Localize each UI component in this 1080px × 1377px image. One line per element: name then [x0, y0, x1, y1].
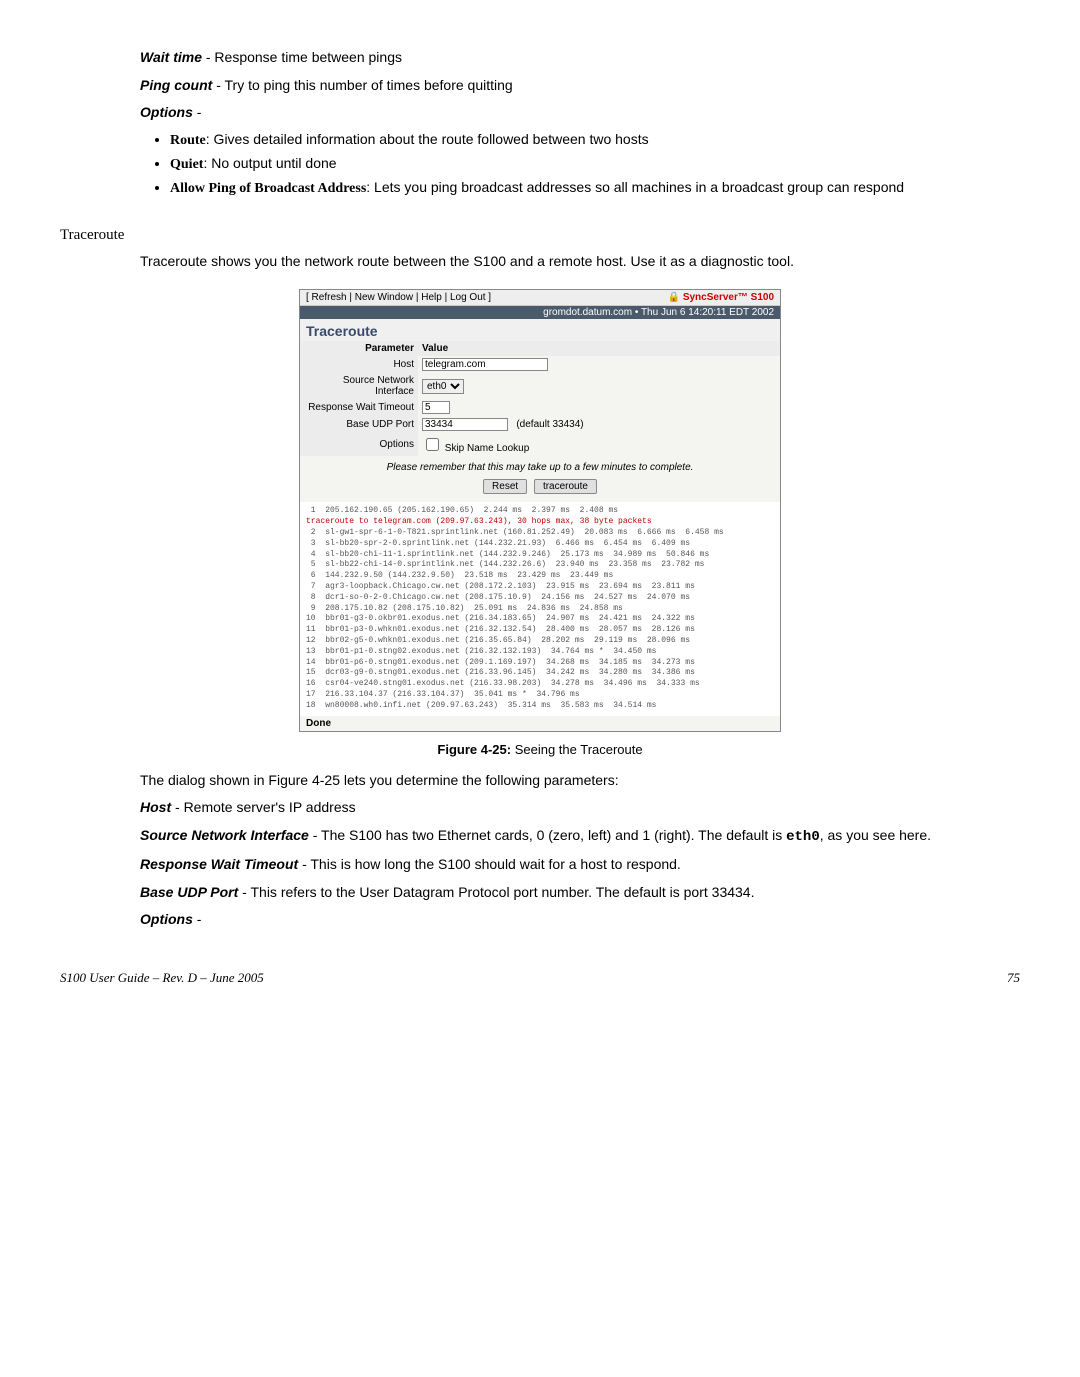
bullet-quiet-text: : No output until done — [203, 155, 336, 171]
sni-param-text-a: - The S100 has two Ethernet cards, 0 (ze… — [309, 827, 786, 843]
rwt-param-line: Response Wait Timeout - This is how long… — [140, 855, 1020, 875]
traceroute-screenshot: [ Refresh | New Window | Help | Log Out … — [299, 289, 781, 731]
sni-param-label: Source Network Interface — [140, 827, 309, 843]
bullet-allow-ping-text: : Lets you ping broadcast addresses so a… — [366, 179, 904, 195]
bup-param-label: Base UDP Port — [140, 884, 238, 900]
fig-done: Done — [300, 716, 780, 731]
fig-traceroute-button[interactable]: traceroute — [534, 479, 597, 494]
wait-time-line: Wait time - Response time between pings — [140, 48, 1020, 68]
rwt-param-text: - This is how long the S100 should wait … — [298, 856, 681, 872]
fig-rwt-label: Response Wait Timeout — [300, 399, 418, 416]
ping-count-label: Ping count — [140, 77, 212, 93]
fig-sni-select[interactable]: eth0 — [422, 379, 464, 394]
fig-bup-label: Base UDP Port — [300, 416, 418, 433]
options-bullet-list: Route: Gives detailed information about … — [140, 131, 1020, 197]
fig-param-table: Parameter Value Host Source Network Inte… — [300, 341, 780, 456]
options-dash: - — [193, 104, 202, 120]
bup-param-text: - This refers to the User Datagram Proto… — [238, 884, 754, 900]
options2-line: Options - — [140, 910, 1020, 930]
fig-trace-output: 1 205.162.190.65 (205.162.190.65) 2.244 … — [300, 502, 780, 715]
fig-header-param: Parameter — [300, 341, 418, 356]
fig-banner: gromdot.datum.com • Thu Jun 6 14:20:11 E… — [300, 306, 780, 319]
bullet-allow-ping-label: Allow Ping of Broadcast Address — [170, 181, 366, 196]
bup-param-line: Base UDP Port - This refers to the User … — [140, 883, 1020, 903]
wait-time-text: - Response time between pings — [202, 49, 402, 65]
dialog-intro: The dialog shown in Figure 4-25 lets you… — [140, 771, 1020, 791]
ping-count-text: - Try to ping this number of times befor… — [212, 77, 512, 93]
fig-rwt-input[interactable] — [422, 401, 450, 414]
page-footer: S100 User Guide – Rev. D – June 2005 75 — [60, 970, 1020, 986]
bullet-route-text: : Gives detailed information about the r… — [206, 131, 649, 147]
fig-brand: 🔒 SyncServer™ S100 — [668, 292, 774, 303]
figure-caption-text: Seeing the Traceroute — [511, 742, 643, 757]
section-body-traceroute: Traceroute shows you the network route b… — [140, 252, 1020, 272]
bullet-allow-ping: Allow Ping of Broadcast Address: Lets yo… — [170, 179, 1020, 197]
wait-time-label: Wait time — [140, 49, 202, 65]
options2-dash: - — [193, 911, 202, 927]
section-heading-traceroute: Traceroute — [60, 227, 1020, 244]
fig-host-label: Host — [300, 356, 418, 373]
bullet-quiet: Quiet: No output until done — [170, 155, 1020, 173]
fig-skip-name-text: Skip Name Lookup — [445, 443, 530, 454]
fig-header-value: Value — [418, 341, 780, 356]
figure-caption: Figure 4-25: Seeing the Traceroute — [60, 742, 1020, 757]
fig-opt-label: Options — [300, 433, 418, 456]
rwt-param-label: Response Wait Timeout — [140, 856, 298, 872]
host-param-text: - Remote server's IP address — [171, 799, 355, 815]
host-param-line: Host - Remote server's IP address — [140, 798, 1020, 818]
fig-bup-input[interactable] — [422, 418, 508, 431]
fig-title: Traceroute — [300, 319, 780, 341]
sni-param-text-b: , as you see here. — [820, 827, 931, 843]
sni-param-line: Source Network Interface - The S100 has … — [140, 826, 1020, 848]
bullet-route-label: Route — [170, 133, 206, 148]
footer-left: S100 User Guide – Rev. D – June 2005 — [60, 970, 264, 986]
ping-count-line: Ping count - Try to ping this number of … — [140, 76, 1020, 96]
host-param-label: Host — [140, 799, 171, 815]
fig-note: Please remember that this may take up to… — [300, 456, 780, 475]
bullet-quiet-label: Quiet — [170, 157, 203, 172]
options-line: Options - — [140, 103, 1020, 123]
fig-sni-label: Source Network Interface — [300, 373, 418, 399]
fig-skip-name-checkbox[interactable] — [426, 438, 439, 451]
options2-label: Options — [140, 911, 193, 927]
footer-right: 75 — [1007, 970, 1020, 986]
fig-bup-note: (default 33434) — [516, 419, 583, 430]
fig-host-input[interactable] — [422, 358, 548, 371]
fig-reset-button[interactable]: Reset — [483, 479, 527, 494]
options-label: Options — [140, 104, 193, 120]
figure-caption-label: Figure 4-25: — [437, 742, 511, 757]
bullet-route: Route: Gives detailed information about … — [170, 131, 1020, 149]
fig-nav-links: [ Refresh | New Window | Help | Log Out … — [306, 292, 491, 303]
sni-param-mono: eth0 — [786, 829, 820, 845]
